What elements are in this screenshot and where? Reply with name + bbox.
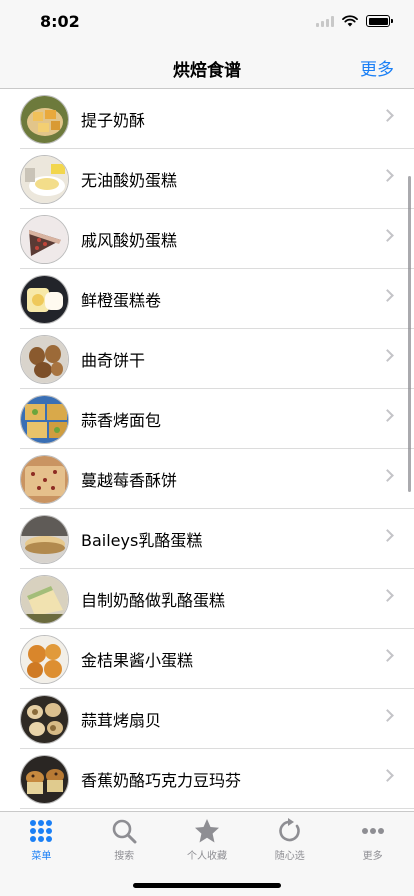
tab-label: 更多 xyxy=(362,851,383,862)
recipe-row[interactable]: 曲奇饼干 xyxy=(0,329,414,389)
recipe-label: 蒜香烤面包 xyxy=(81,411,162,430)
recipe-list[interactable]: 提子奶酥 无油酸奶蛋糕 戚风酸奶蛋糕 鲜橙蛋糕卷 曲奇饼干 蒜香烤面包 蔓越莓香… xyxy=(0,89,414,811)
recipe-row[interactable]: 自制奶酪做乳酪蛋糕 xyxy=(0,569,414,629)
cranberry-biscuit-thumb xyxy=(20,454,69,504)
home-indicator[interactable] xyxy=(133,883,281,888)
recipe-row[interactable]: 提子奶酥 xyxy=(0,89,414,149)
recipe-row[interactable]: 戚风酸奶蛋糕 xyxy=(0,209,414,269)
recipe-label: 曲奇饼干 xyxy=(81,351,146,370)
recipe-row[interactable]: 蔓越莓香酥饼 xyxy=(0,449,414,509)
recipe-row[interactable]: 无油酸奶蛋糕 xyxy=(0,149,414,209)
scroll-indicator[interactable] xyxy=(408,176,411,492)
recipe-label: 鲜橙蛋糕卷 xyxy=(81,291,162,310)
muffin-thumb xyxy=(20,754,69,804)
recipe-label: 无油酸奶蛋糕 xyxy=(81,171,178,190)
recipe-label: 香蕉奶酪巧克力豆玛芬 xyxy=(81,771,242,790)
grid-icon xyxy=(30,820,53,842)
tab-search[interactable]: 搜索 xyxy=(83,812,166,862)
recipe-row[interactable]: 香蕉奶酪巧克力豆玛芬 xyxy=(0,749,414,809)
wifi-icon xyxy=(342,15,358,27)
recipe-row[interactable]: Baileys乳酪蛋糕 xyxy=(0,509,414,569)
kumquat-cake-thumb xyxy=(20,634,69,684)
yogurt-cake-thumb xyxy=(20,154,69,204)
chiffon-cake-thumb xyxy=(20,214,69,264)
recipe-row[interactable]: 鲜橙蛋糕卷 xyxy=(0,269,414,329)
more-button[interactable]: 更多 xyxy=(360,55,394,80)
scallop-thumb xyxy=(20,694,69,744)
signal-icon xyxy=(316,15,334,27)
recipe-label: Baileys乳酪蛋糕 xyxy=(81,531,203,550)
tab-menu[interactable]: 菜单 xyxy=(0,812,83,862)
baileys-cake-thumb xyxy=(20,514,69,564)
tab-label: 随心选 xyxy=(274,851,305,862)
recipe-row[interactable]: 金桔果酱小蛋糕 xyxy=(0,629,414,689)
star-icon xyxy=(194,819,219,843)
status-time: 8:02 xyxy=(40,12,80,31)
search-icon xyxy=(112,819,137,844)
tab-random[interactable]: 随心选 xyxy=(248,812,331,862)
cheesecake-thumb xyxy=(20,574,69,624)
more-icon xyxy=(361,828,384,834)
recipe-label: 戚风酸奶蛋糕 xyxy=(81,231,178,250)
cream-pastry-thumb xyxy=(20,94,69,144)
refresh-icon xyxy=(278,818,300,842)
recipe-label: 蒜茸烤扇贝 xyxy=(81,711,162,730)
recipe-row[interactable]: 蒜香烤面包 xyxy=(0,389,414,449)
recipe-label: 蔓越莓香酥饼 xyxy=(81,471,178,490)
status-bar: 8:02 xyxy=(0,0,414,44)
recipe-label: 自制奶酪做乳酪蛋糕 xyxy=(81,591,226,610)
recipe-label: 金桔果酱小蛋糕 xyxy=(81,651,194,670)
recipe-row[interactable]: 蒜茸烤扇贝 xyxy=(0,689,414,749)
tab-more[interactable]: 更多 xyxy=(331,812,414,862)
recipe-label: 提子奶酥 xyxy=(81,111,146,130)
status-icons xyxy=(316,15,393,27)
tab-bar: 菜单 搜索 个人收藏 随心选 更多 xyxy=(0,811,414,896)
cookie-thumb xyxy=(20,334,69,384)
page-title: 烘焙食谱 xyxy=(173,61,241,81)
orange-roll-thumb xyxy=(20,274,69,324)
tab-favorites[interactable]: 个人收藏 xyxy=(166,812,249,862)
garlic-bread-thumb xyxy=(20,394,69,444)
tab-label: 个人收藏 xyxy=(186,851,227,862)
tab-label: 菜单 xyxy=(31,851,52,862)
battery-icon xyxy=(366,15,393,27)
navigation-bar: 烘焙食谱 更多 xyxy=(0,44,414,89)
tab-label: 搜索 xyxy=(114,851,135,862)
